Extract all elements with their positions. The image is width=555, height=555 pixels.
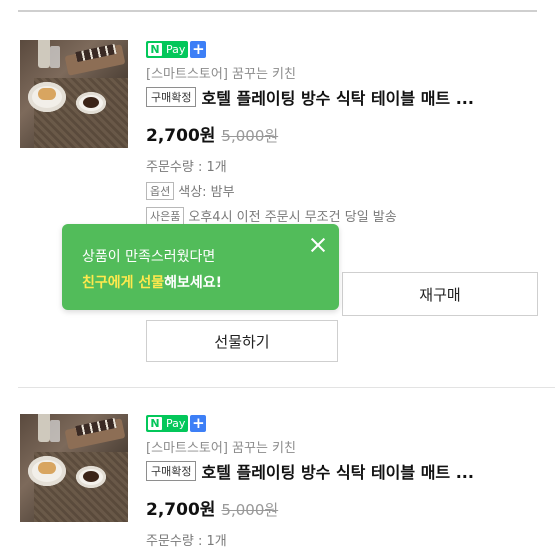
tooltip-highlight: 친구에게 선물 bbox=[82, 275, 165, 291]
close-icon[interactable] bbox=[309, 236, 327, 254]
top-divider bbox=[18, 10, 537, 12]
gift-button[interactable]: 선물하기 bbox=[146, 320, 338, 362]
status-badge: 구매확정 bbox=[146, 87, 197, 107]
order-quantity: 주문수량 : 1개 bbox=[146, 534, 227, 549]
npay-n-icon: N bbox=[148, 42, 162, 56]
product-title-row[interactable]: 구매확정 호텔 플레이팅 방수 식탁 테이블 매트 ... bbox=[146, 85, 551, 109]
order-quantity: 주문수량 : 1개 bbox=[146, 160, 227, 175]
price-row: 2,700원 5,000원 bbox=[146, 121, 551, 146]
original-price: 5,000원 bbox=[221, 127, 279, 145]
npay-badge: N Pay bbox=[146, 40, 189, 58]
gift-tag: 사은품 bbox=[146, 206, 185, 225]
order-info: N Pay + [스마트스토어] 꿈꾸는 키친 구매확정 호텔 플레이팅 방수 … bbox=[146, 414, 551, 549]
product-title[interactable]: 호텔 플레이팅 방수 식탁 테이블 매트 ... bbox=[201, 85, 473, 109]
npay-plus-icon: + bbox=[190, 414, 207, 432]
tooltip-line2-rest: 해보세요! bbox=[164, 275, 223, 291]
card-divider bbox=[18, 387, 555, 388]
tooltip-line2: 친구에게 선물해보세요! bbox=[82, 272, 222, 292]
status-badge: 구매확정 bbox=[146, 461, 197, 481]
product-title[interactable]: 호텔 플레이팅 방수 식탁 테이블 매트 ... bbox=[201, 459, 473, 483]
npay-n-icon: N bbox=[148, 416, 162, 430]
gift-value: 오후4시 이전 주문시 무조건 당일 발송 bbox=[188, 210, 397, 225]
original-price: 5,000원 bbox=[221, 501, 279, 519]
repurchase-button[interactable]: 재구매 bbox=[342, 272, 538, 316]
option-tag: 옵션 bbox=[146, 181, 175, 200]
order-info: N Pay + [스마트스토어] 꿈꾸는 키친 구매확정 호텔 플레이팅 방수 … bbox=[146, 40, 551, 225]
sale-price: 2,700원 bbox=[146, 500, 216, 520]
product-thumbnail[interactable] bbox=[20, 40, 128, 148]
product-title-row[interactable]: 구매확정 호텔 플레이팅 방수 식탁 테이블 매트 ... bbox=[146, 459, 551, 483]
option-row: 옵션 색상: 밤부 bbox=[146, 181, 551, 200]
store-name[interactable]: [스마트스토어] 꿈꾸는 키친 bbox=[146, 63, 551, 82]
gift-row: 사은품 오후4시 이전 주문시 무조건 당일 발송 bbox=[146, 206, 551, 225]
sale-price: 2,700원 bbox=[146, 126, 216, 146]
product-thumbnail[interactable] bbox=[20, 414, 128, 522]
price-row: 2,700원 5,000원 bbox=[146, 495, 551, 520]
store-name[interactable]: [스마트스토어] 꿈꾸는 키친 bbox=[146, 437, 551, 456]
option-value: 색상: 밤부 bbox=[178, 185, 235, 200]
payment-badges: N Pay + bbox=[146, 40, 551, 58]
payment-badges: N Pay + bbox=[146, 414, 551, 432]
npay-badge: N Pay bbox=[146, 414, 189, 432]
npay-plus-icon: + bbox=[190, 40, 207, 58]
gift-suggestion-tooltip: 상품이 만족스러웠다면 친구에게 선물해보세요! bbox=[62, 224, 339, 310]
tooltip-line1: 상품이 만족스러웠다면 bbox=[82, 249, 216, 265]
